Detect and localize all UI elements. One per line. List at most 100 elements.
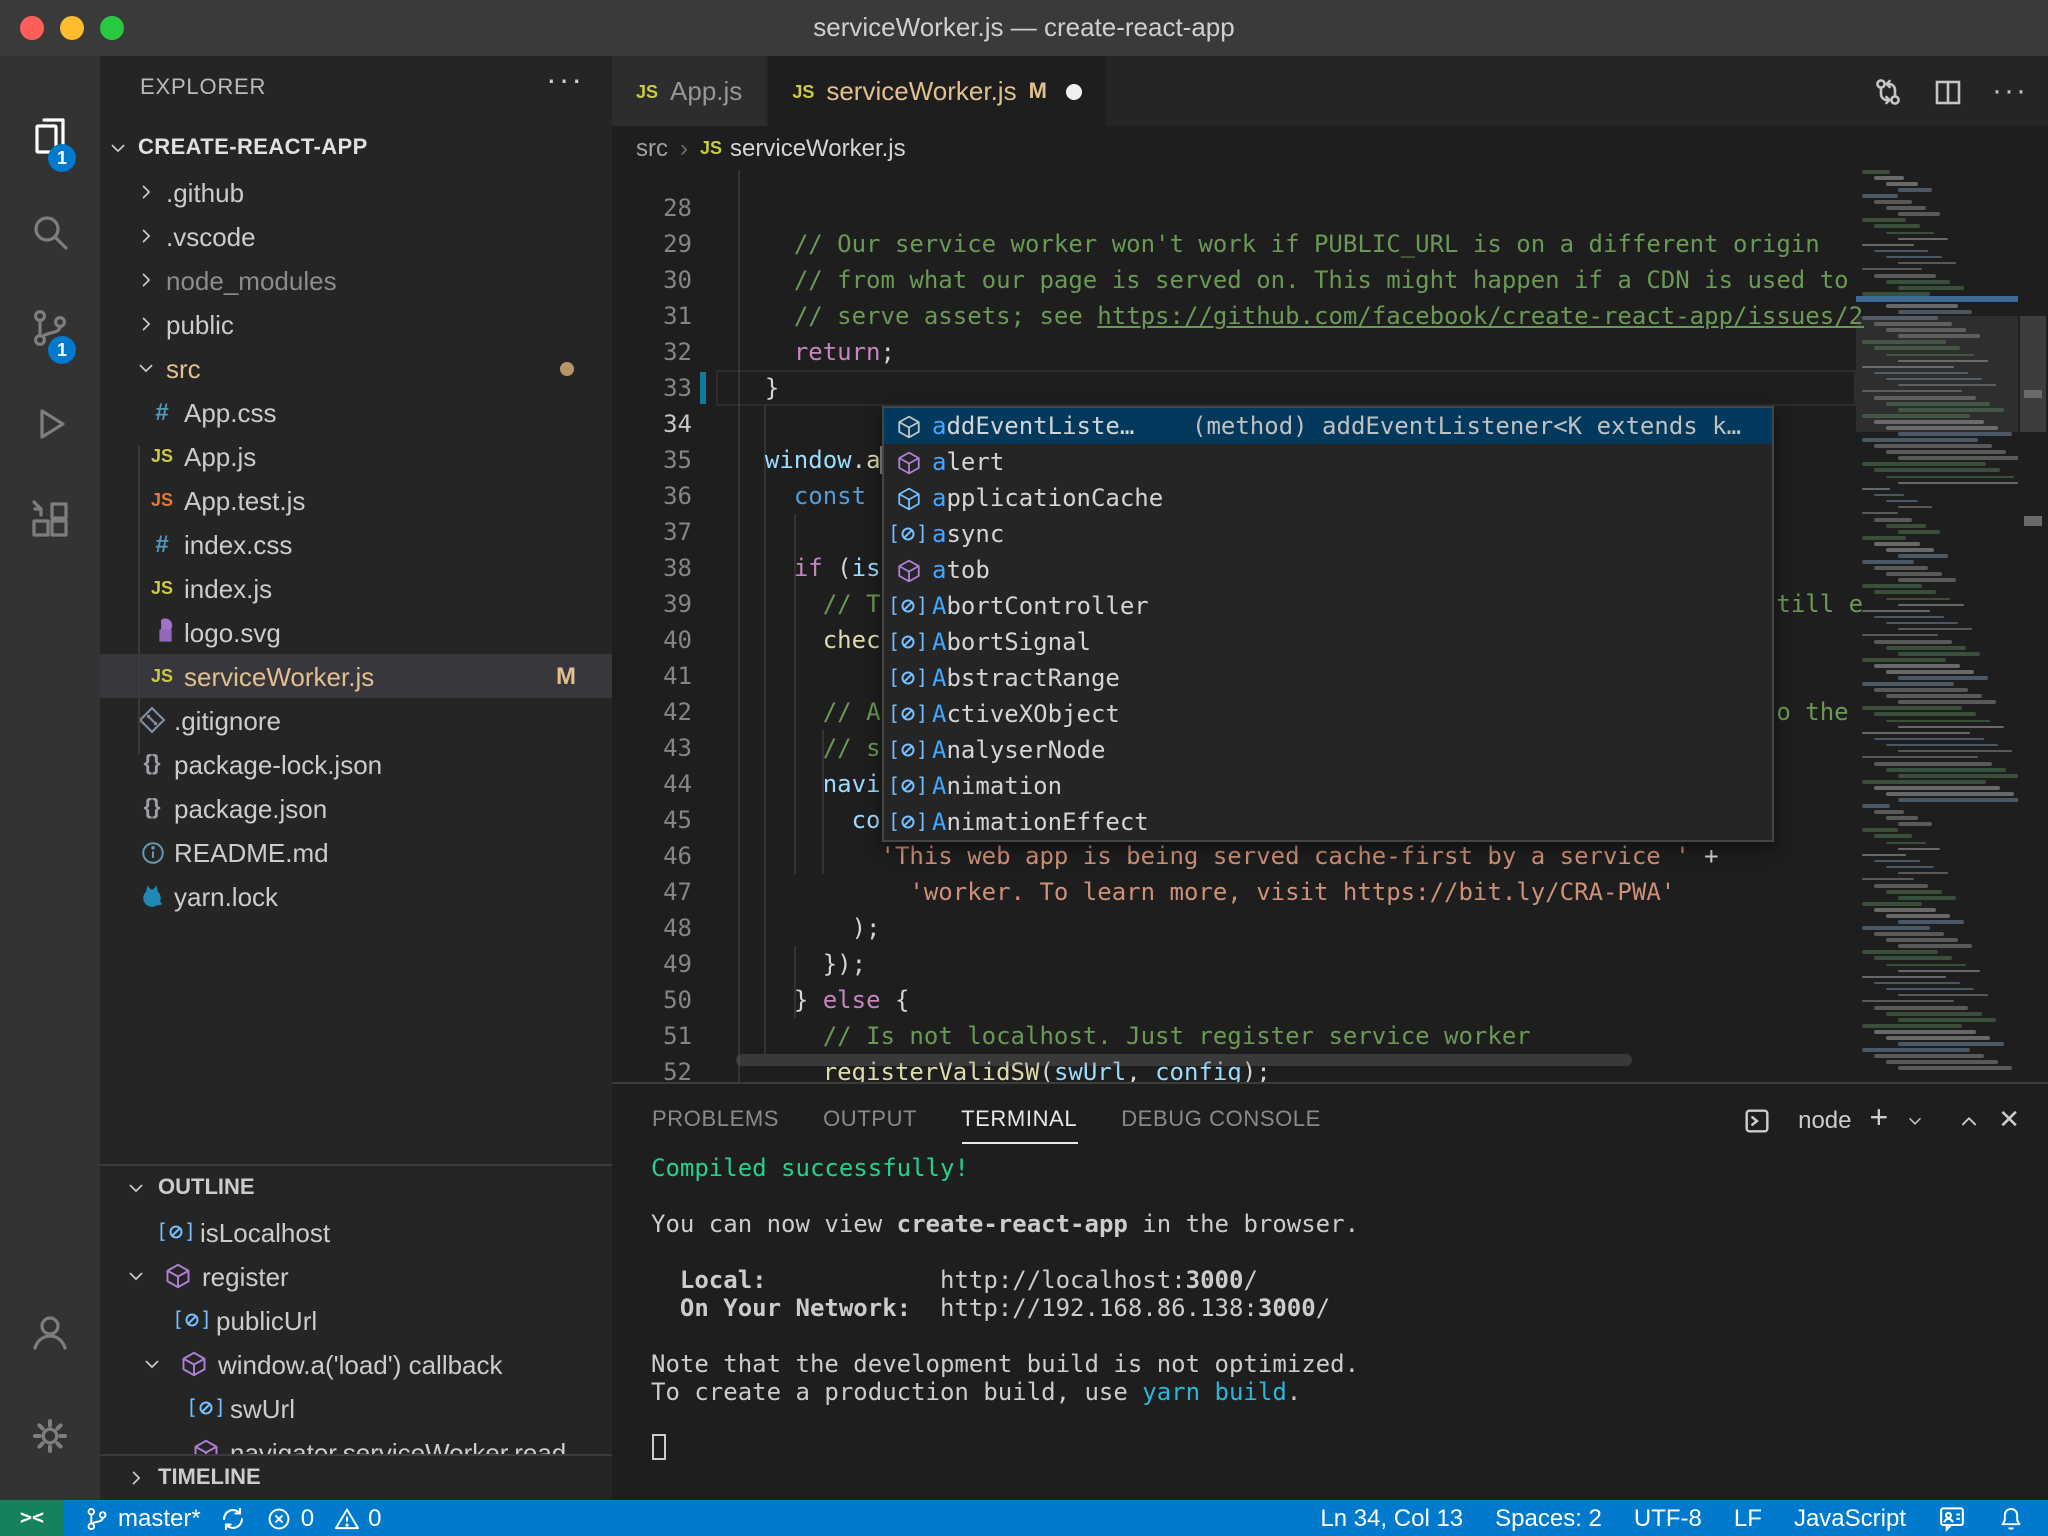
terminal-output[interactable]: Compiled successfully! You can now view c… xyxy=(651,1153,2031,1501)
tree-item-create-react-app[interactable]: CREATE-REACT-APP xyxy=(100,126,612,170)
breadcrumb-folder[interactable]: src xyxy=(636,134,668,162)
code-line-50[interactable]: 50 // Is not localhost. Just register se… xyxy=(612,946,2048,1050)
suggestion-ActiveXObject[interactable]: [] ActiveXObject xyxy=(884,696,1772,732)
activity-manage[interactable] xyxy=(0,1388,100,1484)
more-actions-icon[interactable]: ··· xyxy=(546,64,584,100)
split-editor-icon[interactable] xyxy=(1932,75,1964,107)
status-problems[interactable]: 00 xyxy=(267,1504,381,1532)
code-line-31[interactable]: 31 return; xyxy=(612,262,2048,366)
scrollbar-handle[interactable] xyxy=(2020,316,2046,432)
suggestion-applicationCache[interactable]: applicationCache xyxy=(884,480,1772,516)
tree-item-label: public xyxy=(166,309,234,339)
code-line-29[interactable]: 29 // from what our page is served on. T… xyxy=(612,190,2048,294)
tree-item-logo.svg[interactable]: logo.svg xyxy=(100,610,612,654)
outline-item[interactable]: window.a('load') callback xyxy=(100,1342,612,1386)
tree-item-yarn.lock[interactable]: yarn.lock xyxy=(100,874,612,918)
panel-tabs: PROBLEMS OUTPUT TERMINAL DEBUG CONSOLE xyxy=(652,1084,1321,1156)
panel-tab-output[interactable]: OUTPUT xyxy=(823,1084,917,1156)
status-feedback[interactable] xyxy=(1938,1504,1966,1532)
tab-App.js[interactable]: JS App.js xyxy=(612,56,769,126)
tree-item-package-lock.json[interactable]: {} package-lock.json xyxy=(100,742,612,786)
suggestion-alert[interactable]: alert xyxy=(884,444,1772,480)
code-line-33[interactable]: 33 xyxy=(612,334,2048,402)
code-line-47[interactable]: 47 ); xyxy=(612,838,2048,942)
activity-explorer[interactable]: 1 xyxy=(0,88,100,184)
file-icon xyxy=(136,836,168,868)
tree-item-index.css[interactable]: # index.css xyxy=(100,522,612,566)
panel: PROBLEMS OUTPUT TERMINAL DEBUG CONSOLE node… xyxy=(612,1082,2048,1502)
tree-item-.github[interactable]: .github xyxy=(100,170,612,214)
tree-item-readme.md[interactable]: README.md xyxy=(100,830,612,874)
tree-item-public[interactable]: public xyxy=(100,302,612,346)
status-language-mode[interactable]: JavaScript xyxy=(1794,1504,1906,1532)
dirty-indicator[interactable] xyxy=(1066,83,1083,99)
status-indentation[interactable]: Spaces: 2 xyxy=(1495,1504,1602,1532)
shell-name[interactable]: node xyxy=(1798,1106,1851,1134)
tree-item-index.js[interactable]: JS index.js xyxy=(100,566,612,610)
new-terminal-icon[interactable]: + xyxy=(1870,1102,1889,1138)
code-line-34[interactable]: 34 window.a('load', () => { xyxy=(612,370,2048,474)
suggestion-Animation[interactable]: [] Animation xyxy=(884,768,1772,804)
minimap-slider[interactable] xyxy=(1856,316,2018,432)
outline-item[interactable]: navigator.serviceWorker.read xyxy=(100,1430,612,1456)
code-line-32[interactable]: 32 } xyxy=(612,298,2048,402)
code-line-48[interactable]: 48 }); xyxy=(612,874,2048,978)
code-line-49[interactable]: 49 } else { xyxy=(612,910,2048,1014)
close-panel-icon[interactable]: ✕ xyxy=(1998,1104,2020,1136)
tree-item-.vscode[interactable]: .vscode xyxy=(100,214,612,258)
breadcrumb[interactable]: src › JS serviceWorker.js xyxy=(612,126,2048,170)
suggestion-addEventListe…[interactable]: addEventListe… (method) addEventListener… xyxy=(884,408,1772,444)
open-changes-icon[interactable] xyxy=(1872,75,1904,107)
suggestion-AbortSignal[interactable]: [] AbortSignal xyxy=(884,624,1772,660)
code-line-30[interactable]: 30 // serve assets; see https://github.c… xyxy=(612,226,2048,330)
status-notifications[interactable] xyxy=(1998,1505,2024,1531)
suggestion-AbstractRange[interactable]: [] AbstractRange xyxy=(884,660,1772,696)
code-editor[interactable]: 28 // Our service worker won't work if P… xyxy=(612,170,2048,1082)
suggestion-AnimationEffect[interactable]: [] AnimationEffect xyxy=(884,804,1772,840)
tree-item-package.json[interactable]: {} package.json xyxy=(100,786,612,830)
outline-item[interactable]: register xyxy=(100,1254,612,1298)
outline-item[interactable]: [] isLocalhost xyxy=(100,1210,612,1254)
suggestion-AbortController[interactable]: [] AbortController xyxy=(884,588,1772,624)
suggestion-atob[interactable]: atob xyxy=(884,552,1772,588)
tree-item-serviceworker.js[interactable]: JS serviceWorker.js M xyxy=(100,654,612,698)
vertical-scrollbar[interactable] xyxy=(2018,170,2048,1082)
activity-run-and-debug[interactable] xyxy=(0,376,100,472)
status-sync[interactable] xyxy=(221,1505,247,1531)
tree-item-node_modules[interactable]: node_modules xyxy=(100,258,612,302)
activity-accounts[interactable] xyxy=(0,1284,100,1380)
tab-serviceWorker.js[interactable]: JS serviceWorker.js M xyxy=(768,56,1109,126)
status-eol[interactable]: LF xyxy=(1734,1504,1762,1532)
chevron-down-icon[interactable] xyxy=(1906,1111,1924,1129)
suggestion-AnalyserNode[interactable]: [] AnalyserNode xyxy=(884,732,1772,768)
tree-item-app.test.js[interactable]: JS App.test.js xyxy=(100,478,612,522)
status-cursor-position[interactable]: Ln 34, Col 13 xyxy=(1320,1504,1463,1532)
panel-tab-debug-console[interactable]: DEBUG CONSOLE xyxy=(1121,1084,1321,1156)
status-git-branch[interactable]: master* xyxy=(84,1504,201,1532)
more-actions-icon[interactable]: ··· xyxy=(1992,74,2028,108)
activity-extensions[interactable] xyxy=(0,472,100,568)
code-line-52[interactable]: 52 } xyxy=(612,1018,2048,1082)
tree-item-app.js[interactable]: JS App.js xyxy=(100,434,612,478)
panel-tab-problems[interactable]: PROBLEMS xyxy=(652,1084,779,1156)
code-line-28[interactable]: 28 // Our service worker won't work if P… xyxy=(612,170,2048,258)
panel-tab-terminal[interactable]: TERMINAL xyxy=(961,1084,1078,1156)
activity-search[interactable] xyxy=(0,184,100,280)
tree-item-src[interactable]: src xyxy=(100,346,612,390)
timeline-header[interactable]: TIMELINE xyxy=(100,1456,612,1500)
status-encoding[interactable]: UTF-8 xyxy=(1634,1504,1702,1532)
horizontal-scrollbar[interactable] xyxy=(736,1054,1632,1066)
suggestion-async[interactable]: [] async xyxy=(884,516,1772,552)
tree-item-app.css[interactable]: # App.css xyxy=(100,390,612,434)
outline-item[interactable]: [] swUrl xyxy=(100,1386,612,1430)
breadcrumb-file[interactable]: serviceWorker.js xyxy=(730,134,906,162)
tree-item-.gitignore[interactable]: .gitignore xyxy=(100,698,612,742)
minimap[interactable] xyxy=(1856,170,2018,1082)
file-icon: JS xyxy=(150,666,173,686)
code-line-51[interactable]: 51 registerValidSW(swUrl, config); xyxy=(612,982,2048,1082)
outline-item[interactable]: [] publicUrl xyxy=(100,1298,612,1342)
remote-indicator[interactable]: >< xyxy=(0,1500,64,1536)
maximize-panel-icon[interactable] xyxy=(1958,1109,1980,1131)
outline-header[interactable]: OUTLINE xyxy=(100,1166,612,1210)
activity-source-control[interactable]: 1 xyxy=(0,280,100,376)
